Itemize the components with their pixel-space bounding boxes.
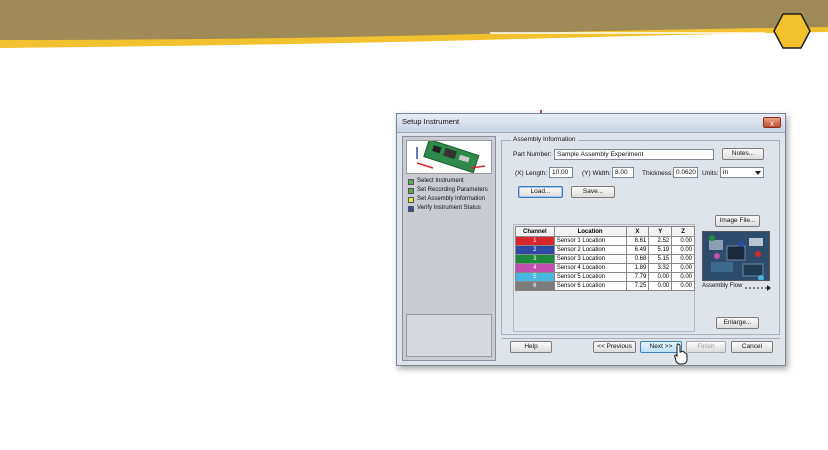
y-cell[interactable]: 2.52	[648, 236, 673, 246]
flow-arrow-icon	[745, 285, 771, 291]
table-row[interactable]: 3 Sensor 3 Location 0.68 5.15 0.00	[515, 254, 695, 264]
table-row[interactable]: 2 Sensor 2 Location 6.49 5.19 0.00	[515, 245, 695, 255]
units-select[interactable]: in	[720, 167, 764, 178]
location-cell[interactable]: Sensor 2 Location	[553, 245, 627, 255]
width-input[interactable]: 8.00	[612, 167, 634, 178]
y-cell[interactable]: 3.32	[648, 263, 673, 273]
z-cell[interactable]: 0.00	[671, 272, 695, 282]
notes-button[interactable]: Notes...	[722, 148, 764, 160]
step-item: Select Instrument	[405, 177, 493, 186]
location-cell[interactable]: Sensor 3 Location	[553, 254, 627, 264]
instrument-thumbnail	[406, 138, 492, 174]
table-row[interactable]: 4 Sensor 4 Location 1.89 3.32 0.00	[515, 263, 695, 273]
column-header: Channel	[515, 226, 555, 237]
sensor-table: Channel Location X Y Z 1 Sensor 1 Locati…	[515, 226, 695, 291]
length-label: (X) Length:	[515, 170, 548, 177]
y-cell[interactable]: 0.00	[648, 281, 673, 291]
width-label: (Y) Width:	[582, 170, 611, 177]
channel-cell: 1	[515, 236, 555, 246]
channel-cell: 6	[515, 281, 555, 291]
assembly-board-icon	[703, 232, 769, 280]
channel-cell: 4	[515, 263, 555, 273]
sensor-table-container: Channel Location X Y Z 1 Sensor 1 Locati…	[515, 226, 695, 291]
step-status-icon	[408, 188, 414, 194]
channel-cell: 2	[515, 245, 555, 255]
z-cell[interactable]: 0.00	[671, 281, 695, 291]
save-button[interactable]: Save...	[571, 186, 615, 198]
location-cell[interactable]: Sensor 1 Location	[553, 236, 627, 246]
assembly-image	[702, 231, 770, 281]
x-cell[interactable]: 0.68	[625, 254, 650, 264]
units-value: in	[723, 169, 729, 176]
channel-cell: 3	[515, 254, 555, 264]
thickness-label: Thickness:	[642, 170, 674, 177]
x-cell[interactable]: 1.89	[625, 263, 650, 273]
part-number-input[interactable]: Sample Assembly Experiment	[554, 149, 714, 160]
location-cell[interactable]: Sensor 6 Location	[553, 281, 627, 291]
step-status-icon	[408, 206, 414, 212]
cancel-button[interactable]: Cancel	[731, 341, 773, 353]
chevron-down-icon	[755, 171, 761, 175]
column-header: X	[625, 226, 650, 237]
column-header: Z	[671, 226, 695, 237]
step-item: Verify Instrument Status	[405, 204, 493, 213]
assembly-info-group-label: Assembly Information	[511, 136, 578, 143]
footer-separator	[502, 338, 780, 339]
step-status-icon	[408, 179, 414, 185]
table-row[interactable]: 5 Sensor 5 Location 7.79 0.00 0.00	[515, 272, 695, 282]
y-cell[interactable]: 5.19	[648, 245, 673, 255]
previous-button[interactable]: << Previous	[593, 341, 636, 353]
step-item: Set Recording Parameters	[405, 186, 493, 195]
x-cell[interactable]: 6.49	[625, 245, 650, 255]
step-label: Verify Instrument Status	[417, 205, 481, 211]
wizard-steps-pane: Select Instrument Set Recording Paramete…	[402, 136, 496, 361]
z-cell[interactable]: 0.00	[671, 245, 695, 255]
table-row[interactable]: 6 Sensor 6 Location 7.25 0.00 0.00	[515, 281, 695, 291]
location-cell[interactable]: Sensor 5 Location	[553, 272, 627, 282]
finish-button[interactable]: Finish	[686, 341, 726, 353]
thickness-input[interactable]: 0.0620	[673, 167, 698, 178]
circuit-board-icon	[416, 138, 486, 174]
step-status-icon	[408, 197, 414, 203]
step-list: Select Instrument Set Recording Paramete…	[405, 177, 493, 213]
close-button[interactable]: x	[763, 117, 781, 128]
hand-cursor-icon	[674, 343, 688, 365]
step-label: Select Instrument	[417, 178, 464, 184]
table-header-row: Channel Location X Y Z	[515, 226, 695, 237]
z-cell[interactable]: 0.00	[671, 236, 695, 246]
x-cell[interactable]: 7.25	[625, 281, 650, 291]
x-cell[interactable]: 8.61	[625, 236, 650, 246]
part-number-label: Part Number:	[513, 151, 552, 158]
enlarge-button[interactable]: Enlarge...	[716, 317, 759, 329]
z-cell[interactable]: 0.00	[671, 254, 695, 264]
y-cell[interactable]: 5.15	[648, 254, 673, 264]
y-cell[interactable]: 0.00	[648, 272, 673, 282]
image-file-button[interactable]: Image File...	[715, 215, 760, 227]
step-description-box	[406, 314, 492, 357]
x-cell[interactable]: 7.79	[625, 272, 650, 282]
window-title: Setup Instrument	[402, 117, 460, 126]
table-row[interactable]: 1 Sensor 1 Location 8.61 2.52 0.00	[515, 236, 695, 246]
help-button[interactable]: Help	[510, 341, 552, 353]
column-header: Location	[553, 226, 627, 237]
assembly-flow-label: Assembly Flow	[702, 283, 743, 289]
location-cell[interactable]: Sensor 4 Location	[553, 263, 627, 273]
step-label: Set Assembly Information	[417, 196, 486, 202]
units-label: Units:	[702, 170, 719, 177]
load-button[interactable]: Load...	[518, 186, 563, 198]
z-cell[interactable]: 0.00	[671, 263, 695, 273]
length-input[interactable]: 10.00	[549, 167, 573, 178]
step-label: Set Recording Parameters	[417, 187, 488, 193]
channel-cell: 5	[515, 272, 555, 282]
title-bar: Setup Instrument x	[397, 114, 785, 133]
step-item: Set Assembly Information	[405, 195, 493, 204]
column-header: Y	[648, 226, 673, 237]
